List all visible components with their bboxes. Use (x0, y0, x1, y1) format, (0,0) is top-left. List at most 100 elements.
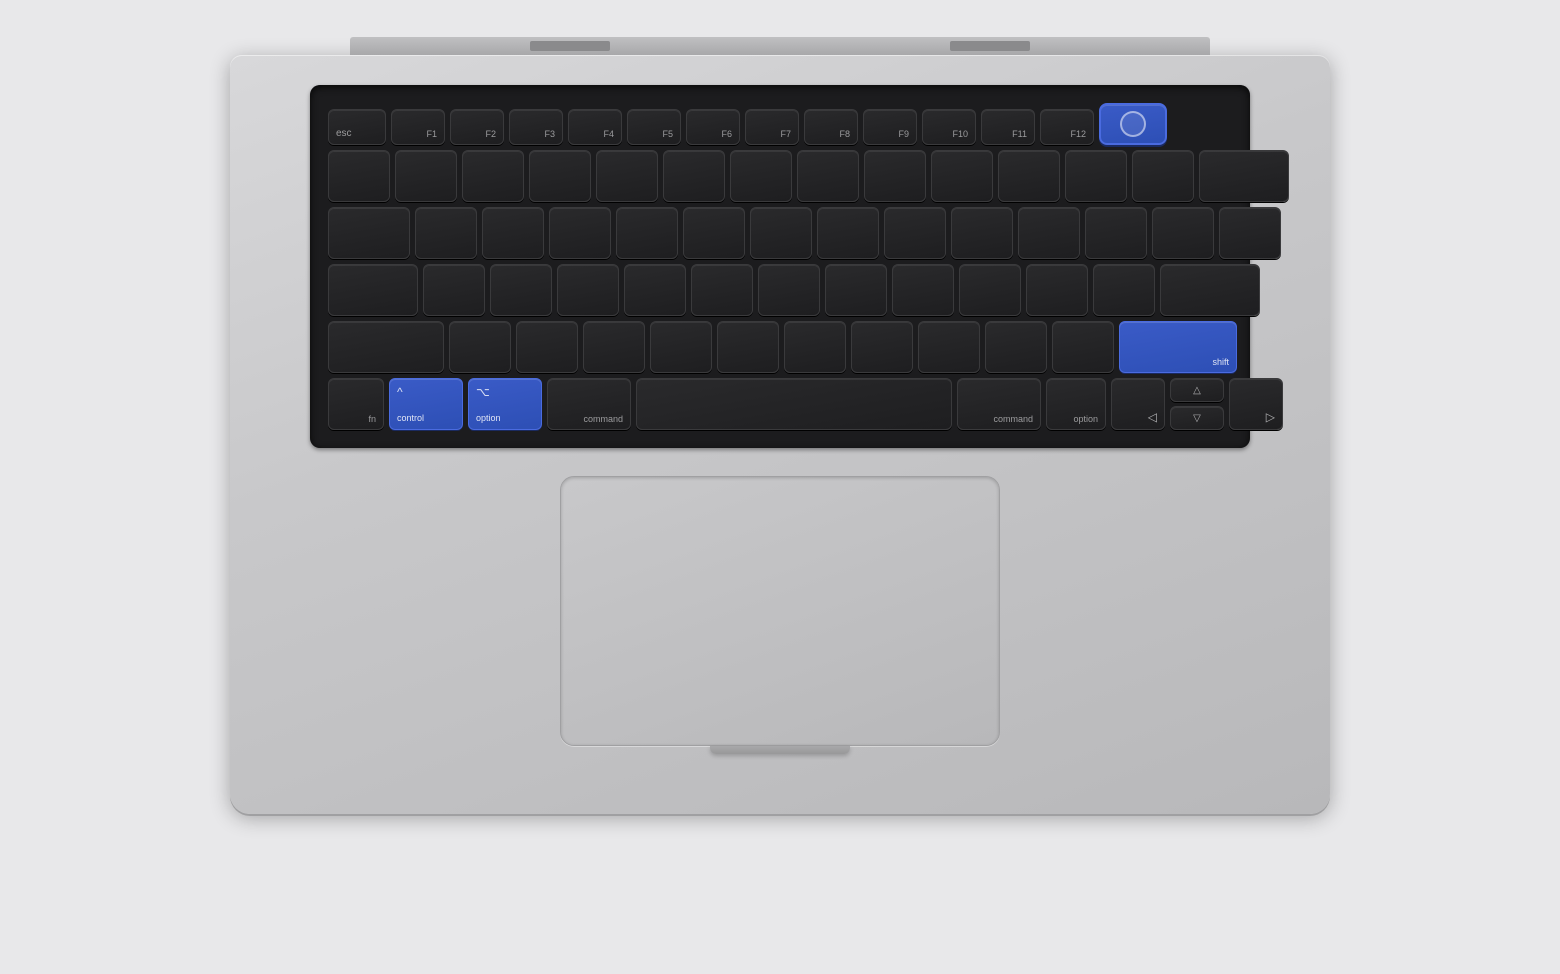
key-f12[interactable]: F12 (1040, 109, 1094, 145)
key-left-shift[interactable] (328, 321, 444, 373)
key-f10[interactable]: F10 (922, 109, 976, 145)
key-comma[interactable] (918, 321, 980, 373)
key-8[interactable] (864, 150, 926, 202)
key-4[interactable] (596, 150, 658, 202)
key-f1[interactable]: F1 (391, 109, 445, 145)
key-9[interactable] (931, 150, 993, 202)
key-command-right[interactable]: command (957, 378, 1041, 430)
key-semicolon[interactable] (1026, 264, 1088, 316)
zxcv-row: shift (328, 321, 1232, 373)
key-arrow-right[interactable]: ▷ (1229, 378, 1283, 430)
key-b[interactable] (717, 321, 779, 373)
laptop-main-body: esc F1 F2 F3 F4 F5 F6 F7 F8 F9 F10 F11 F… (230, 55, 1330, 814)
key-2[interactable] (462, 150, 524, 202)
key-0[interactable] (998, 150, 1060, 202)
key-3[interactable] (529, 150, 591, 202)
key-x[interactable] (516, 321, 578, 373)
keyboard: esc F1 F2 F3 F4 F5 F6 F7 F8 F9 F10 F11 F… (310, 85, 1250, 448)
arrow-left-icon: ◁ (1148, 410, 1157, 424)
key-fn[interactable]: fn (328, 378, 384, 430)
key-p[interactable] (1018, 207, 1080, 259)
option-label: option (476, 414, 501, 423)
key-y[interactable] (750, 207, 812, 259)
key-f8[interactable]: F8 (804, 109, 858, 145)
arrow-up-down-cluster: △ ▽ (1170, 378, 1224, 430)
key-f2[interactable]: F2 (450, 109, 504, 145)
key-r[interactable] (616, 207, 678, 259)
key-lbracket[interactable] (1085, 207, 1147, 259)
key-power[interactable] (1099, 103, 1167, 145)
key-control[interactable]: ^ control (389, 378, 463, 430)
key-slash[interactable] (1052, 321, 1114, 373)
key-7[interactable] (797, 150, 859, 202)
key-n[interactable] (784, 321, 846, 373)
key-q[interactable] (415, 207, 477, 259)
key-f11[interactable]: F11 (981, 109, 1035, 145)
key-a[interactable] (423, 264, 485, 316)
key-backslash[interactable] (1219, 207, 1281, 259)
option-symbol-icon: ⌥ (476, 385, 490, 399)
power-circle-icon (1120, 111, 1146, 137)
arrow-down-icon: ▽ (1193, 413, 1201, 424)
key-delete[interactable] (1199, 150, 1289, 202)
hinge-notch-left (530, 41, 610, 51)
key-s[interactable] (490, 264, 552, 316)
key-z[interactable] (449, 321, 511, 373)
key-c[interactable] (583, 321, 645, 373)
number-key-row (328, 150, 1232, 202)
trackpad[interactable] (560, 476, 1000, 746)
key-k[interactable] (892, 264, 954, 316)
arrow-right-icon: ▷ (1266, 410, 1275, 424)
key-period[interactable] (985, 321, 1047, 373)
control-label: control (397, 414, 424, 423)
key-rbracket[interactable] (1152, 207, 1214, 259)
key-minus[interactable] (1065, 150, 1127, 202)
key-equals[interactable] (1132, 150, 1194, 202)
key-g[interactable] (691, 264, 753, 316)
key-t[interactable] (683, 207, 745, 259)
key-caps[interactable] (328, 264, 418, 316)
key-l[interactable] (959, 264, 1021, 316)
key-f9[interactable]: F9 (863, 109, 917, 145)
key-i[interactable] (884, 207, 946, 259)
key-return[interactable] (1160, 264, 1260, 316)
key-esc[interactable]: esc (328, 109, 386, 145)
laptop-bottom-notch (710, 746, 850, 754)
key-j[interactable] (825, 264, 887, 316)
key-w[interactable] (482, 207, 544, 259)
key-1[interactable] (395, 150, 457, 202)
key-backtick[interactable] (328, 150, 390, 202)
key-command-left[interactable]: command (547, 378, 631, 430)
key-h[interactable] (758, 264, 820, 316)
key-v[interactable] (650, 321, 712, 373)
hinge-bar (350, 37, 1210, 55)
key-option-right[interactable]: option (1046, 378, 1106, 430)
control-symbol-icon: ^ (397, 385, 403, 399)
key-tab[interactable] (328, 207, 410, 259)
key-f3[interactable]: F3 (509, 109, 563, 145)
key-quote[interactable] (1093, 264, 1155, 316)
key-right-shift[interactable]: shift (1119, 321, 1237, 373)
key-space[interactable] (636, 378, 952, 430)
key-m[interactable] (851, 321, 913, 373)
key-option[interactable]: ⌥ option (468, 378, 542, 430)
key-5[interactable] (663, 150, 725, 202)
key-arrow-left[interactable]: ◁ (1111, 378, 1165, 430)
key-f6[interactable]: F6 (686, 109, 740, 145)
key-d[interactable] (557, 264, 619, 316)
key-f5[interactable]: F5 (627, 109, 681, 145)
key-o[interactable] (951, 207, 1013, 259)
key-f[interactable] (624, 264, 686, 316)
key-u[interactable] (817, 207, 879, 259)
key-f7[interactable]: F7 (745, 109, 799, 145)
key-6[interactable] (730, 150, 792, 202)
key-e[interactable] (549, 207, 611, 259)
arrow-up-icon: △ (1193, 385, 1201, 396)
key-arrow-up[interactable]: △ (1170, 378, 1224, 402)
hinge-notch-right (950, 41, 1030, 51)
shift-label: shift (1212, 358, 1229, 367)
laptop-body: esc F1 F2 F3 F4 F5 F6 F7 F8 F9 F10 F11 F… (190, 37, 1370, 937)
key-arrow-down[interactable]: ▽ (1170, 406, 1224, 430)
bottom-row: fn ^ control ⌥ option command (328, 378, 1232, 430)
key-f4[interactable]: F4 (568, 109, 622, 145)
